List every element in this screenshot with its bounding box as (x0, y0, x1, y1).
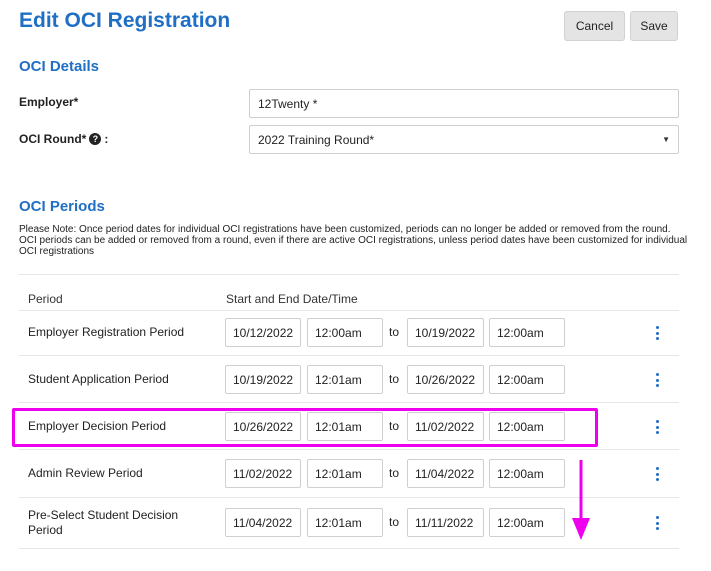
vertical-ellipsis-icon[interactable] (651, 420, 663, 434)
end-time-input[interactable]: 12:00am (489, 365, 565, 394)
divider (19, 548, 679, 549)
divider (19, 274, 679, 275)
start-date-input[interactable]: 11/04/2022 (225, 508, 301, 537)
oci-round-label: OCI Round* ? : (19, 132, 108, 146)
start-date-input[interactable]: 11/02/2022 (225, 459, 301, 488)
divider (19, 449, 679, 450)
end-date-input[interactable]: 11/11/2022 (407, 508, 484, 537)
column-header-dates: Start and End Date/Time (226, 292, 358, 306)
oci-periods-heading: OCI Periods (19, 198, 105, 215)
start-time-input[interactable]: 12:01am (307, 508, 383, 537)
vertical-ellipsis-icon[interactable] (651, 467, 663, 481)
oci-round-select[interactable]: 2022 Training Round* ▼ (249, 125, 679, 154)
table-row: Admin Review Period 11/02/2022 12:01am t… (19, 459, 679, 488)
end-time-input[interactable]: 12:00am (489, 459, 565, 488)
end-date-input[interactable]: 11/04/2022 (407, 459, 484, 488)
period-name: Employer Decision Period (28, 419, 167, 433)
period-name: Employer Registration Period (28, 325, 185, 339)
end-date-input[interactable]: 10/26/2022 (407, 365, 484, 394)
divider (19, 497, 679, 498)
oci-round-label-suffix: : (104, 132, 109, 146)
table-row: Student Application Period 10/19/2022 12… (19, 365, 679, 394)
divider (19, 310, 679, 311)
column-header-period: Period (28, 292, 63, 306)
to-label: to (389, 325, 400, 339)
table-row: Employer Registration Period 10/12/2022 … (19, 318, 679, 347)
end-time-input[interactable]: 12:00am (489, 412, 565, 441)
period-name: Pre-Select Student Decision Period (28, 508, 179, 537)
oci-round-value: 2022 Training Round* (258, 132, 375, 147)
vertical-ellipsis-icon[interactable] (651, 326, 663, 340)
periods-note: Please Note: Once period dates for indiv… (19, 224, 688, 257)
page-title: Edit OCI Registration (19, 9, 231, 32)
vertical-ellipsis-icon[interactable] (651, 516, 663, 530)
question-circle-icon[interactable]: ? (89, 133, 102, 145)
to-label: to (389, 419, 400, 433)
start-time-input[interactable]: 12:00am (307, 318, 383, 347)
to-label: to (389, 372, 400, 386)
start-date-input[interactable]: 10/19/2022 (225, 365, 301, 394)
employer-input[interactable] (249, 89, 679, 118)
end-time-input[interactable]: 12:00am (489, 318, 565, 347)
end-date-input[interactable]: 10/19/2022 (407, 318, 484, 347)
save-button[interactable]: Save (630, 11, 678, 41)
caret-down-icon: ▼ (662, 135, 670, 144)
employer-label-text: Employer* (19, 95, 79, 109)
vertical-ellipsis-icon[interactable] (651, 373, 663, 387)
to-label: to (389, 466, 400, 480)
employer-label: Employer* (19, 95, 78, 109)
oci-round-label-text: OCI Round* (19, 132, 87, 146)
divider (19, 402, 679, 403)
divider (19, 355, 679, 356)
to-label: to (389, 515, 400, 529)
period-name: Student Application Period (28, 372, 169, 386)
start-time-input[interactable]: 12:01am (307, 365, 383, 394)
cancel-button[interactable]: Cancel (564, 11, 625, 41)
start-date-input[interactable]: 10/26/2022 (225, 412, 301, 441)
start-date-input[interactable]: 10/12/2022 (225, 318, 301, 347)
end-time-input[interactable]: 12:00am (489, 508, 565, 537)
start-time-input[interactable]: 12:01am (307, 459, 383, 488)
start-time-input[interactable]: 12:01am (307, 412, 383, 441)
table-row: Employer Decision Period 10/26/2022 12:0… (19, 412, 679, 441)
table-row: Pre-Select Student Decision Period 11/04… (19, 508, 679, 539)
oci-details-heading: OCI Details (19, 58, 100, 75)
end-date-input[interactable]: 11/02/2022 (407, 412, 484, 441)
period-name: Admin Review Period (28, 466, 143, 480)
